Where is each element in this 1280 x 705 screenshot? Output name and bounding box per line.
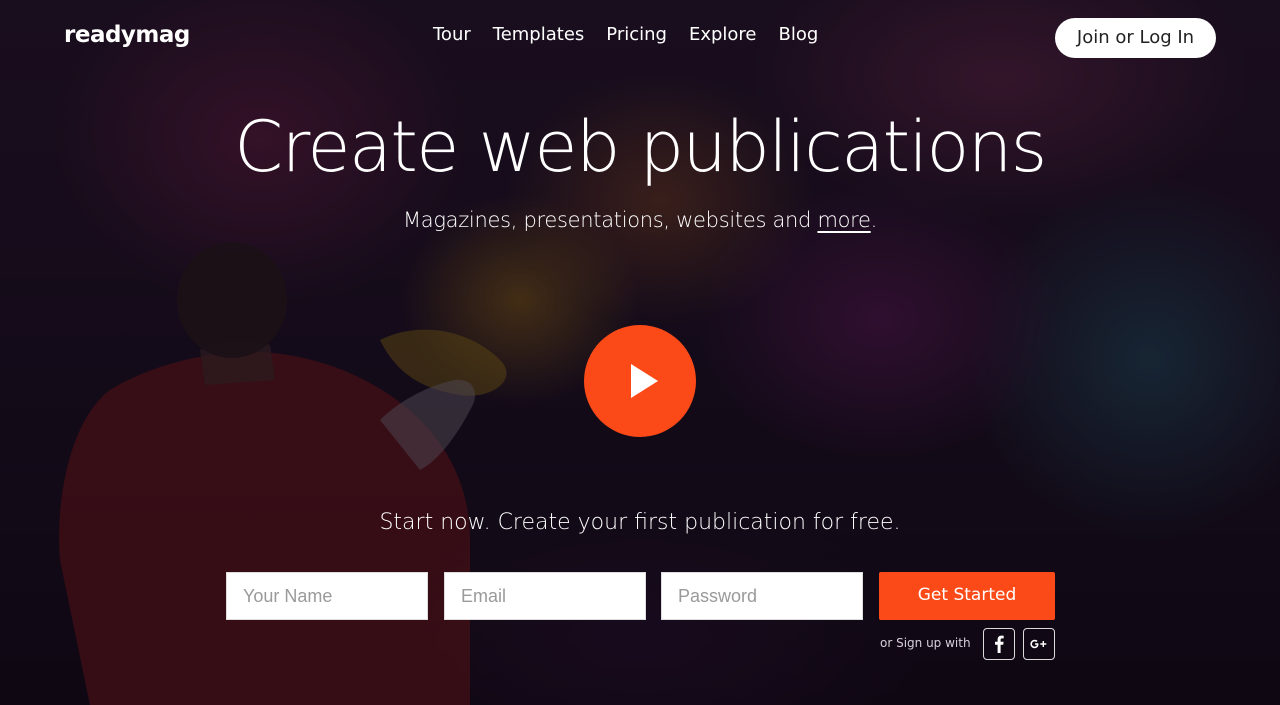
google-plus-icon [1030, 639, 1047, 649]
more-link[interactable]: more [817, 208, 871, 232]
email-input[interactable] [444, 572, 646, 620]
hero-subtitle-period: . [870, 208, 878, 232]
main-nav: Tour Templates Pricing Explore Blog [433, 24, 818, 45]
join-or-login-button[interactable]: Join or Log In [1055, 18, 1216, 58]
play-video-button[interactable] [584, 325, 696, 437]
hero-subtitle-text: Magazines, presentations, websites and [402, 208, 818, 232]
social-signup-label: or Sign up with [880, 636, 971, 650]
hero-subtitle: Magazines, presentations, websites and m… [0, 208, 1280, 232]
google-plus-signup-button[interactable] [1023, 628, 1055, 660]
play-icon [631, 364, 658, 398]
nav-item-templates[interactable]: Templates [493, 24, 585, 45]
readymag-logo[interactable]: readymag [64, 22, 190, 48]
facebook-icon [995, 635, 1004, 653]
nav-item-explore[interactable]: Explore [689, 24, 757, 45]
get-started-button[interactable]: Get Started [879, 572, 1055, 620]
nav-item-blog[interactable]: Blog [779, 24, 819, 45]
name-input[interactable] [226, 572, 428, 620]
facebook-signup-button[interactable] [983, 628, 1015, 660]
signup-cta-text: Start now. Create your first publication… [379, 510, 901, 535]
landing-page: readymag Tour Templates Pricing Explore … [0, 0, 1280, 705]
nav-item-pricing[interactable]: Pricing [606, 24, 667, 45]
password-input[interactable] [661, 572, 863, 620]
hero-title: Create web publications [234, 106, 1047, 188]
nav-item-tour[interactable]: Tour [433, 24, 471, 45]
